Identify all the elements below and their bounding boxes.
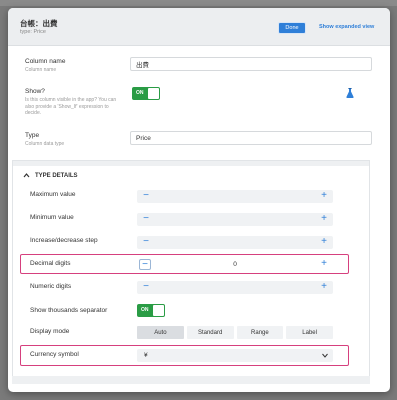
section-footer [12, 376, 370, 384]
type-details-title: TYPE DETAILS [35, 173, 78, 179]
chevron-up-icon[interactable] [23, 172, 30, 179]
minimum-value-label: Minimum value [30, 214, 74, 221]
currency-symbol-select[interactable]: ¥ [137, 349, 333, 362]
decimal-digits-value[interactable]: 0 [137, 261, 333, 268]
flask-icon[interactable] [346, 88, 354, 98]
maximum-value-increment[interactable]: + [317, 190, 331, 203]
step-label: Increase/decrease step [30, 237, 98, 244]
toggle-knob [153, 305, 164, 316]
display-mode-selector: Auto Standard Range Label [137, 326, 333, 339]
numeric-digits-decrement[interactable]: − [139, 281, 153, 294]
done-button[interactable]: Done [278, 22, 306, 34]
column-name-sublabel: Column name [25, 67, 57, 73]
show-toggle-label: ON [136, 90, 144, 96]
dialog-title: 台帳：出費 [20, 19, 58, 28]
decimal-digits-label: Decimal digits [30, 260, 71, 267]
step-stepper: − + [137, 236, 333, 249]
show-label: Show? [25, 88, 45, 95]
show-sublabel: Is this column visible in the app? You c… [25, 97, 117, 116]
backdrop [0, 0, 397, 6]
minimum-value-increment[interactable]: + [317, 213, 331, 226]
maximum-value-decrement[interactable]: − [139, 190, 153, 203]
section-divider [13, 161, 369, 166]
type-sublabel: Column data type [25, 141, 65, 147]
display-mode-auto[interactable]: Auto [137, 326, 184, 339]
display-mode-range[interactable]: Range [236, 326, 284, 339]
type-label: Type [25, 132, 40, 139]
currency-symbol-value: ¥ [144, 352, 148, 359]
decimal-digits-stepper: − 0 + [137, 258, 333, 271]
dialog-header: 台帳：出費 type: Price Done Show expanded vie… [8, 8, 390, 46]
thousands-separator-label: Show thousands separator [30, 307, 108, 314]
show-toggle[interactable]: ON [132, 87, 160, 100]
thousands-toggle-label: ON [141, 307, 149, 313]
type-select[interactable]: Price [130, 131, 372, 145]
display-mode-standard[interactable]: Standard [186, 326, 234, 339]
currency-symbol-label: Currency symbol [30, 351, 79, 358]
display-mode-label[interactable]: Label [286, 326, 333, 339]
column-name-label: Column name [25, 58, 66, 65]
show-expanded-view-link[interactable]: Show expanded view [319, 24, 374, 30]
column-name-input[interactable]: 出費 [130, 57, 372, 71]
toggle-knob [148, 88, 159, 99]
numeric-digits-increment[interactable]: + [317, 281, 331, 294]
numeric-digits-label: Numeric digits [30, 283, 72, 290]
step-decrement[interactable]: − [139, 236, 153, 249]
step-increment[interactable]: + [317, 236, 331, 249]
maximum-value-stepper: − + [137, 190, 333, 203]
numeric-digits-stepper: − + [137, 281, 333, 294]
maximum-value-label: Maximum value [30, 191, 76, 198]
thousands-separator-toggle[interactable]: ON [137, 304, 165, 317]
display-mode-label: Display mode [30, 328, 70, 335]
decimal-digits-increment[interactable]: + [317, 258, 331, 271]
minimum-value-stepper: − + [137, 213, 333, 226]
dialog-subtitle: type: Price [20, 29, 46, 35]
chevron-down-icon [322, 353, 328, 358]
minimum-value-decrement[interactable]: − [139, 213, 153, 226]
